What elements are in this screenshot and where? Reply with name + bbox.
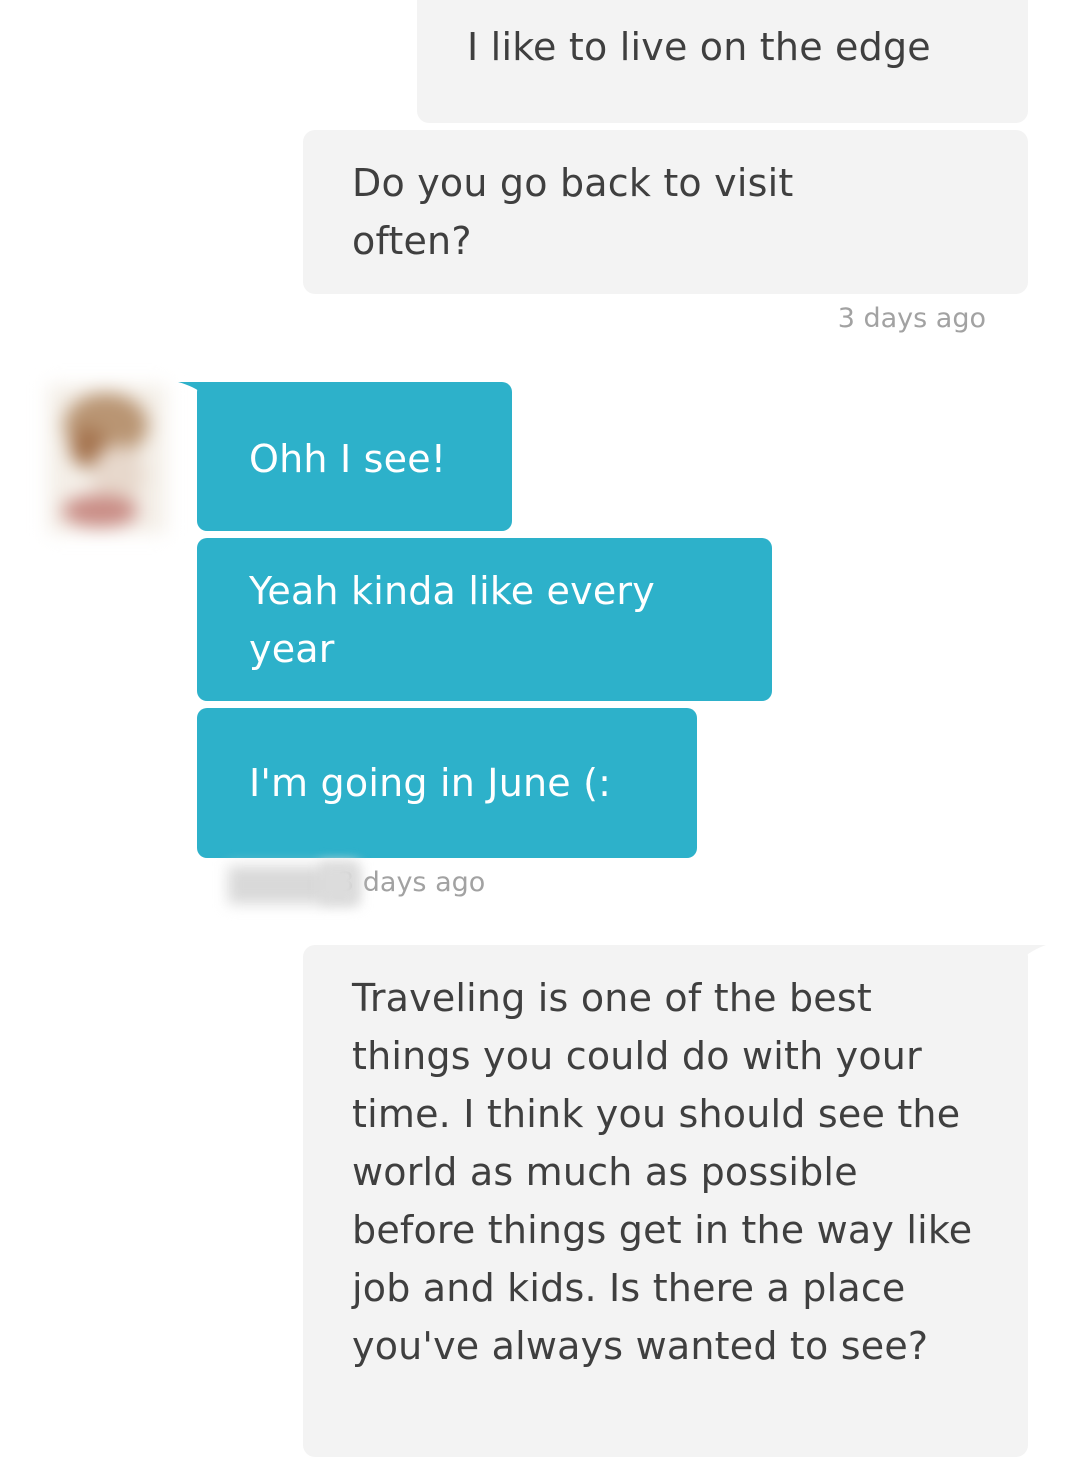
incoming-message[interactable]: I'm going in June (: xyxy=(197,708,697,858)
message-timestamp: 3 days ago xyxy=(337,867,486,898)
message-timestamp: 3 days ago xyxy=(837,303,986,334)
outgoing-message[interactable]: I like to live on the edge xyxy=(417,0,1028,123)
sender-name-redacted-edge xyxy=(320,862,358,904)
incoming-message[interactable]: Ohh I see! xyxy=(197,382,512,531)
outgoing-message[interactable]: Do you go back to visit often? xyxy=(303,130,1028,294)
incoming-message[interactable]: Yeah kinda like every year xyxy=(197,538,772,701)
contact-avatar-icon[interactable] xyxy=(48,385,166,533)
message-text: Traveling is one of the best things you … xyxy=(352,976,973,1368)
outgoing-message[interactable]: Traveling is one of the best things you … xyxy=(303,945,1028,1457)
message-text: Yeah kinda like every year xyxy=(249,569,655,671)
message-text: I'm going in June (: xyxy=(249,761,612,805)
message-text: Ohh I see! xyxy=(249,437,447,481)
message-text: Do you go back to visit often? xyxy=(352,161,794,263)
message-text: I like to live on the edge xyxy=(467,25,931,69)
